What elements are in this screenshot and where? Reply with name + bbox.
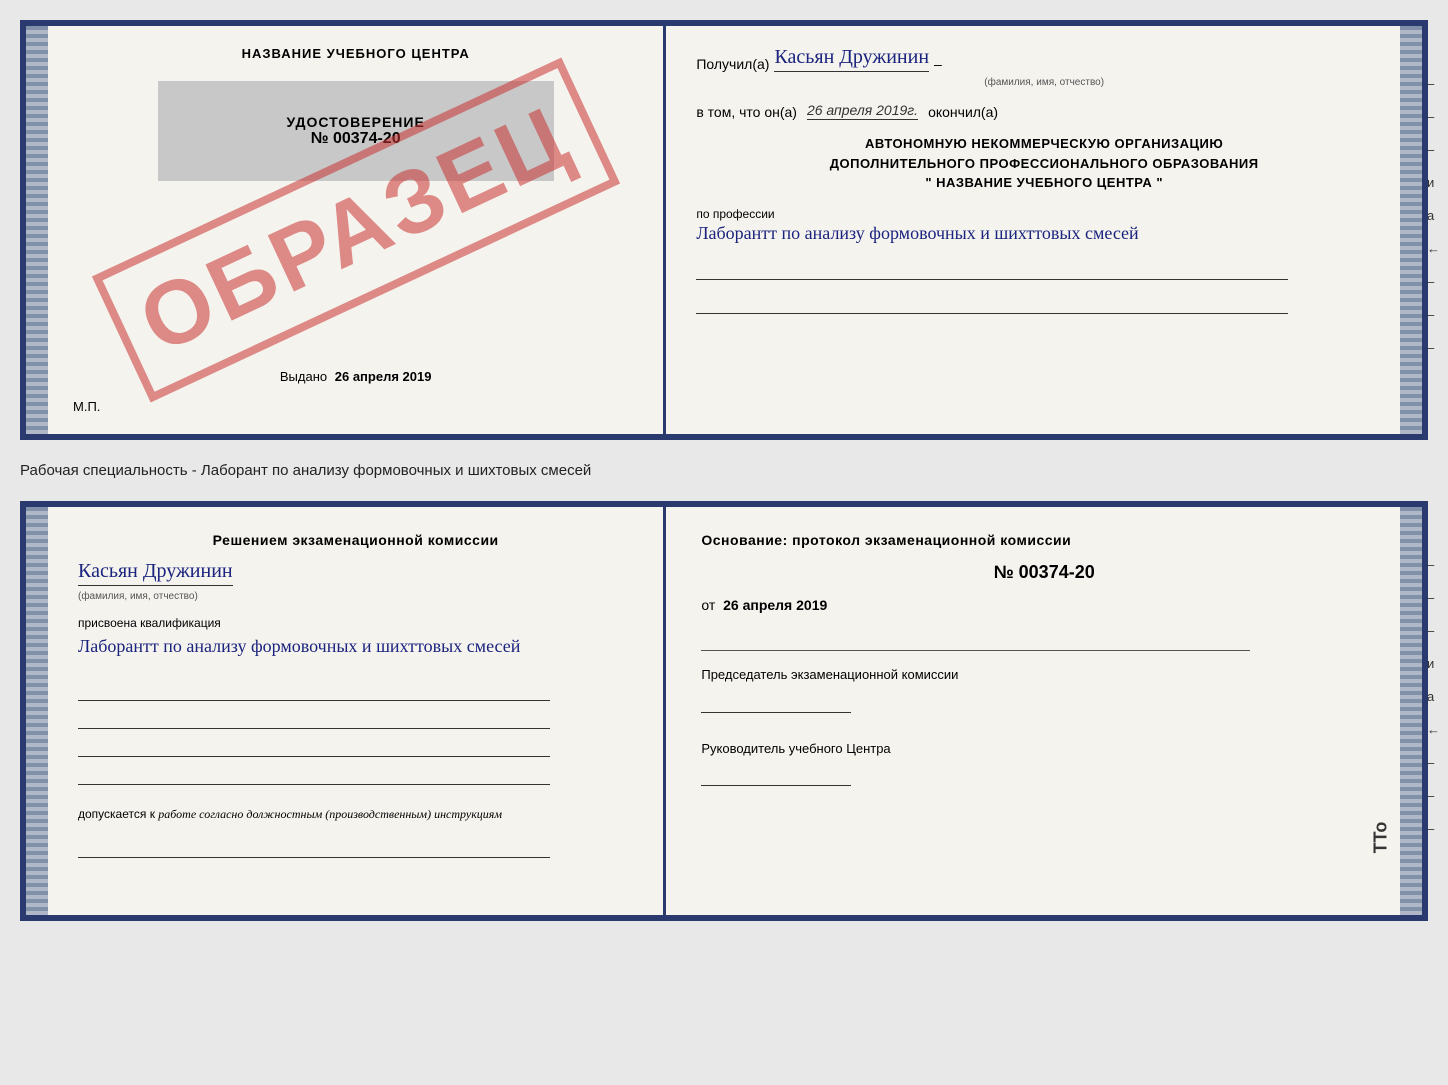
predsedatel-label: Председатель экзаменационной комиссии	[701, 665, 1387, 685]
bottom-doc-right: Основание: протокол экзаменационной коми…	[666, 507, 1422, 915]
org-line2: ДОПОЛНИТЕЛЬНОГО ПРОФЕССИОНАЛЬНОГО ОБРАЗО…	[696, 154, 1392, 174]
blank-line-1	[696, 260, 1287, 280]
bottom-fio-name: Касьян Дружинин	[78, 560, 233, 586]
sign-line-3	[78, 737, 550, 757]
dopuskaetsya-section: допускается к работе согласно должностны…	[78, 807, 633, 822]
dopusk-text: работе согласно должностным (производств…	[158, 807, 502, 821]
specialty-line: Рабочая специальность - Лаборант по анал…	[20, 458, 1428, 483]
fio-sublabel: (фамилия, имя, отчество)	[696, 77, 1392, 88]
rukovoditel-block: Руководитель учебного Центра	[701, 739, 1387, 787]
predsedatel-block: Председатель экзаменационной комиссии	[701, 665, 1387, 713]
side-marks-bottom: – – – и а ← – – –	[1427, 557, 1440, 836]
bottom-doc-left: Решением экзаменационной комиссии Касьян…	[48, 507, 666, 915]
tto-mark: TTo	[1371, 822, 1392, 854]
qualification-text: Лаборантт по анализу формовочных и шихтт…	[78, 636, 520, 656]
dopuskaetsya-prefix: допускается к	[78, 807, 155, 821]
vtom-label: в том, что он(а)	[696, 104, 797, 120]
recipient-name: Касьян Дружинин	[774, 46, 929, 72]
top-doc-left: НАЗВАНИЕ УЧЕБНОГО ЦЕНТРА ОБРАЗЕЦ УДОСТОВ…	[48, 26, 666, 434]
vtom-date: 26 апреля 2019г.	[807, 102, 918, 120]
bottom-document: Решением экзаменационной комиссии Касьян…	[20, 501, 1428, 921]
osnovanie-text: Основание: протокол экзаменационной коми…	[701, 532, 1387, 548]
binding-right-bottom	[1400, 507, 1422, 915]
fio-section: Касьян Дружинин (фамилия, имя, отчество)	[78, 560, 633, 604]
protocol-underline	[701, 633, 1250, 651]
page-container: НАЗВАНИЕ УЧЕБНОГО ЦЕНТРА ОБРАЗЕЦ УДОСТОВ…	[20, 20, 1428, 921]
binding-left-bottom	[26, 507, 48, 915]
bottom-fio-sub: (фамилия, имя, отчество)	[78, 591, 198, 602]
poluchil-label: Получил(а)	[696, 56, 769, 72]
rukovoditel-label: Руководитель учебного Центра	[701, 739, 1387, 759]
udostoverenie-block: УДОСТОВЕРЕНИЕ № 00374-20	[158, 81, 554, 181]
predsedatel-sign-line	[701, 693, 851, 713]
okonchil-label: окончил(а)	[928, 104, 998, 120]
protocol-date: 26 апреля 2019	[723, 597, 827, 613]
side-marks-top: – – – и а ← – – –	[1427, 76, 1440, 355]
top-doc-right: Получил(а) Касьян Дружинин – (фамилия, и…	[666, 26, 1422, 434]
blank-line-2	[696, 294, 1287, 314]
resheniem-text: Решением экзаменационной комиссии	[78, 532, 633, 548]
org-block: АВТОНОМНУЮ НЕКОММЕРЧЕСКУЮ ОРГАНИЗАЦИЮ ДО…	[696, 134, 1392, 193]
vtom-section: в том, что он(а) 26 апреля 2019г. окончи…	[696, 102, 1392, 120]
udost-number: № 00374-20	[311, 130, 401, 148]
vydano-line: Выдано 26 апреля 2019	[280, 369, 432, 384]
doc-title: НАЗВАНИЕ УЧЕБНОГО ЦЕНТРА	[242, 46, 470, 61]
vydano-prefix: Выдано	[280, 369, 327, 384]
protocol-number: № 00374-20	[701, 562, 1387, 583]
org-line3: " НАЗВАНИЕ УЧЕБНОГО ЦЕНТРА "	[696, 173, 1392, 193]
dash-separator: –	[934, 56, 942, 72]
binding-right-top	[1400, 26, 1422, 434]
protocol-date-section: от 26 апреля 2019	[701, 597, 1387, 613]
prof-block: по профессии Лаборантт по анализу формов…	[696, 207, 1392, 246]
sign-line-2	[78, 709, 550, 729]
org-line1: АВТОНОМНУЮ НЕКОММЕРЧЕСКУЮ ОРГАНИЗАЦИЮ	[696, 134, 1392, 154]
poluchil-section: Получил(а) Касьян Дружинин – (фамилия, и…	[696, 46, 1392, 88]
binding-left-top	[26, 26, 48, 434]
sign-line-1	[78, 681, 550, 701]
vydano-date: 26 апреля 2019	[335, 369, 432, 384]
prisvoena-block: присвоена квалификация Лаборантт по анал…	[78, 616, 633, 659]
mp-line: М.П.	[73, 399, 100, 414]
po-professii-label: по профессии	[696, 207, 1392, 221]
profession-text: Лаборантт по анализу формовочных и шихтт…	[696, 223, 1138, 243]
bottom-lines	[78, 681, 633, 785]
top-document: НАЗВАНИЕ УЧЕБНОГО ЦЕНТРА ОБРАЗЕЦ УДОСТОВ…	[20, 20, 1428, 440]
udost-label: УДОСТОВЕРЕНИЕ	[286, 114, 424, 130]
rukovoditel-sign-line	[701, 766, 851, 786]
sign-line-5	[78, 838, 550, 858]
ot-label: от	[701, 597, 715, 613]
prisvoena-label: присвоена квалификация	[78, 616, 633, 630]
sign-line-4	[78, 765, 550, 785]
